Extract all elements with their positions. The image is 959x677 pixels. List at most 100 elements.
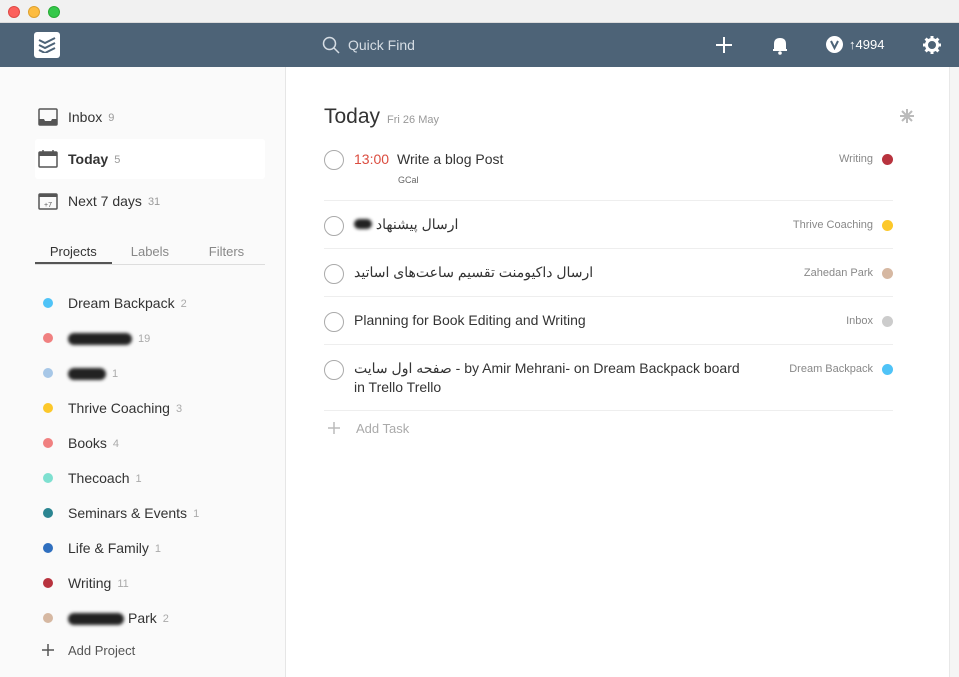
plus-icon — [328, 422, 340, 434]
task-content[interactable]: Planning for Book Editing and Writing — [354, 311, 586, 330]
task-project-name: Inbox — [846, 315, 873, 327]
project-color-dot — [43, 403, 53, 413]
task-project-name: Writing — [838, 153, 873, 165]
add-task-icon[interactable] — [713, 34, 735, 56]
add-task-label: Add Task — [356, 420, 410, 436]
project-label: Thecoach — [68, 470, 130, 486]
project-color-dot — [43, 543, 53, 553]
project-color-dot — [43, 368, 53, 378]
task-item[interactable]: صفحه اول سایت - by Amir Mehrani- on Drea… — [324, 345, 893, 411]
karma-indicator[interactable]: ↑ 4994 — [826, 36, 884, 53]
project-color-dot — [43, 508, 53, 518]
task-project-name: Dream Backpack — [789, 363, 873, 375]
quick-find-search[interactable]: Quick Find — [322, 34, 522, 56]
project-label-redacted — [68, 612, 124, 625]
task-checkbox[interactable] — [324, 150, 344, 170]
scrollbar-track[interactable] — [949, 67, 959, 677]
project-label-redacted — [68, 367, 106, 380]
sidebar-item-today[interactable]: Today 5 — [35, 139, 265, 179]
project-item[interactable]: Books 4 — [40, 431, 270, 455]
tab-labels[interactable]: Labels — [112, 239, 189, 264]
inbox-icon — [37, 106, 59, 128]
nav-label: Next 7 days — [68, 193, 142, 209]
tab-projects[interactable]: Projects — [35, 239, 112, 264]
project-item[interactable]: Seminars & Events 1 — [40, 501, 270, 525]
project-count: 19 — [138, 333, 151, 345]
project-label: Life & Family — [68, 540, 149, 556]
sidebar-item-inbox[interactable]: Inbox 9 — [35, 97, 265, 137]
task-item[interactable]: ارسال داکیومنت تقسیم ساعت‌های اساتید Zah… — [324, 249, 893, 297]
project-label: Dream Backpack — [68, 295, 175, 311]
task-checkbox[interactable] — [324, 264, 344, 284]
project-count: 1 — [154, 543, 162, 555]
task-content[interactable]: ارسال داکیومنت تقسیم ساعت‌های اساتید — [354, 263, 593, 282]
title-bar — [0, 0, 959, 23]
search-placeholder: Quick Find — [348, 37, 415, 53]
task-project-dot — [882, 267, 893, 279]
task-item[interactable]: Planning for Book Editing and Writing In… — [324, 297, 893, 345]
karma-badge-icon — [826, 36, 843, 53]
add-project-button[interactable]: Add Project — [40, 642, 135, 658]
top-bar: Quick Find ↑ 4994 — [0, 23, 959, 67]
task-checkbox[interactable] — [324, 312, 344, 332]
nav-count: 31 — [147, 196, 161, 208]
nav-label: Today — [68, 151, 109, 167]
project-label-redacted — [68, 332, 132, 345]
task-checkbox[interactable] — [324, 360, 344, 380]
task-project-name: Thrive Coaching — [792, 219, 873, 231]
minimize-window-button[interactable] — [28, 6, 40, 18]
notifications-bell-icon[interactable] — [769, 34, 791, 56]
project-item[interactable]: 19 — [40, 326, 270, 350]
project-color-dot — [43, 473, 53, 483]
project-label: Writing — [68, 575, 112, 591]
task-checkbox[interactable] — [324, 216, 344, 236]
task-content[interactable]: 13:00 Write a blog Post GCal — [354, 150, 503, 190]
project-label: Seminars & Events — [68, 505, 188, 521]
sidebar-item-next-7-days[interactable]: +7 Next 7 days 31 — [35, 181, 265, 221]
task-project-link[interactable]: Zahedan Park — [804, 267, 893, 279]
project-color-dot — [43, 438, 53, 448]
app-window: Quick Find ↑ 4994 Inbox 9 Today 5 +7 Nex… — [0, 0, 959, 677]
task-project-link[interactable]: Inbox — [846, 315, 893, 327]
project-count: 2 — [180, 298, 187, 310]
calendar-plus7-icon: +7 — [37, 190, 59, 212]
task-sub-label: GCal — [398, 175, 419, 185]
plus-icon — [42, 644, 54, 656]
add-task-button[interactable]: Add Task — [326, 420, 409, 436]
project-item[interactable]: Park 2 — [40, 606, 270, 630]
task-project-link[interactable]: Thrive Coaching — [793, 219, 893, 231]
task-project-name: Zahedan Park — [803, 267, 873, 279]
task-item[interactable]: ارسال پیشنهاد Thrive Coaching — [324, 201, 893, 249]
nav-count: 9 — [108, 112, 115, 124]
project-item[interactable]: Thecoach 1 — [40, 466, 270, 490]
visualization-icon[interactable] — [899, 108, 915, 124]
task-content[interactable]: ارسال پیشنهاد — [354, 215, 458, 234]
task-project-dot — [882, 153, 893, 165]
project-item[interactable]: Writing 11 — [40, 571, 270, 595]
maximize-window-button[interactable] — [48, 6, 60, 18]
project-label: Park — [128, 610, 157, 626]
project-item[interactable]: Life & Family 1 — [40, 536, 270, 560]
task-project-dot — [882, 363, 893, 375]
calendar-icon — [37, 148, 59, 170]
project-color-dot — [43, 333, 53, 343]
task-text-redacted — [354, 219, 372, 229]
task-project-link[interactable]: Writing — [839, 153, 893, 165]
settings-gear-icon[interactable] — [921, 34, 943, 56]
todoist-logo-icon[interactable] — [34, 32, 60, 58]
task-text: ارسال پیشنهاد — [375, 216, 459, 232]
task-content[interactable]: صفحه اول سایت - by Amir Mehrani- on Drea… — [354, 359, 754, 397]
sidebar: Inbox 9 Today 5 +7 Next 7 days 31 Projec… — [0, 67, 286, 677]
project-item[interactable]: Thrive Coaching 3 — [40, 396, 270, 420]
tab-filters[interactable]: Filters — [188, 239, 265, 264]
search-icon — [322, 36, 340, 54]
project-label: Thrive Coaching — [68, 400, 170, 416]
nav-count: 5 — [114, 154, 121, 166]
task-project-dot — [882, 315, 893, 327]
task-item[interactable]: 13:00 Write a blog Post GCal Writing — [324, 149, 893, 201]
project-count: 1 — [193, 508, 200, 520]
project-item[interactable]: 1 — [40, 361, 270, 385]
project-item[interactable]: Dream Backpack 2 — [40, 291, 270, 315]
task-project-link[interactable]: Dream Backpack — [789, 363, 893, 375]
close-window-button[interactable] — [8, 6, 20, 18]
